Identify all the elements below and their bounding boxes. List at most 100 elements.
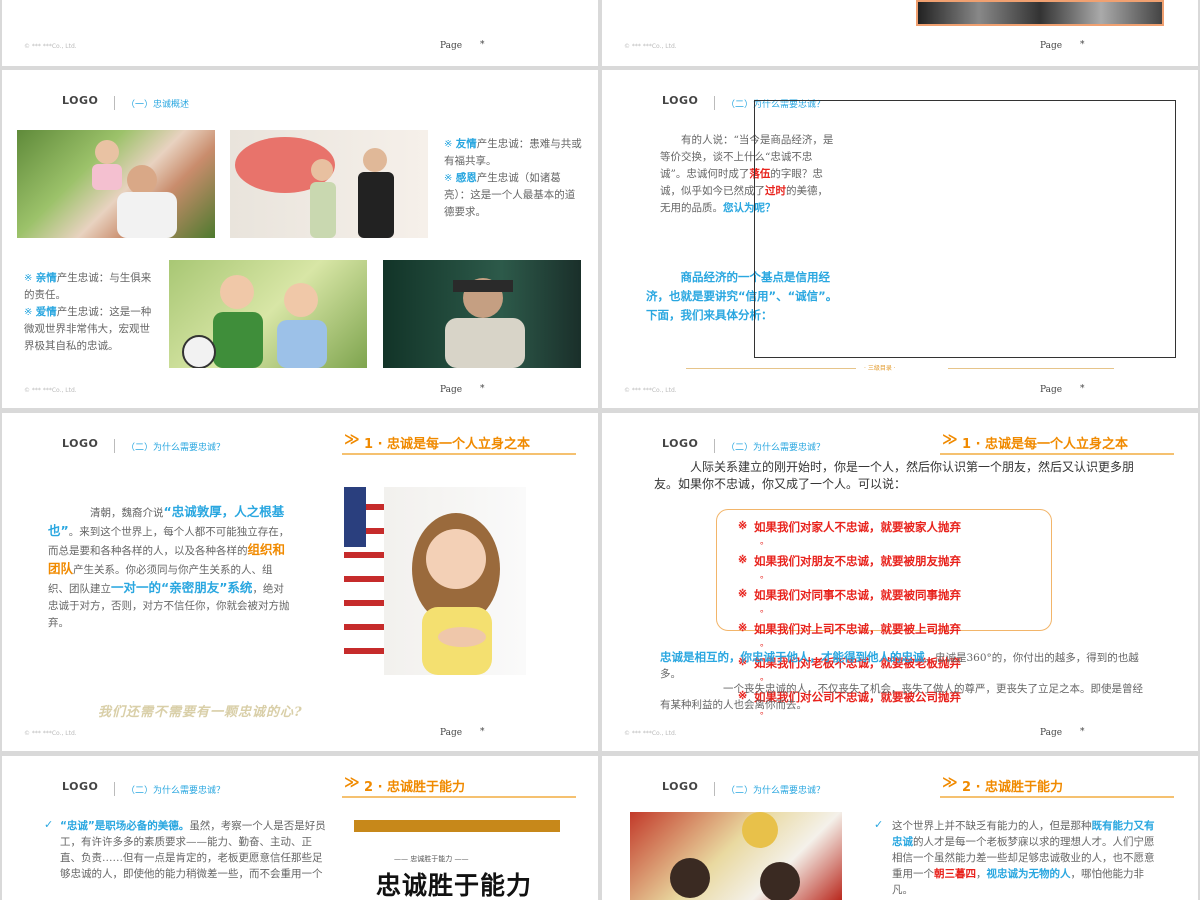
toc-label: · 三级目录 · [864,365,896,372]
book-title: 忠诚胜于能力 [376,871,533,900]
warning-item: 如果我们对家人不忠诚，就要被家人抛弃 [754,520,961,534]
kinship-item: ※ 亲情产生忠诚：与生俱来的责任。 [24,272,152,301]
warning-dot: 。 [760,571,770,581]
girl-illustration [344,487,500,675]
friendship-item: ※ 友情产生忠诚：患难与共或有福共享。 [444,138,582,167]
header-divider [114,439,115,453]
cheer-illustration [670,812,800,900]
toc-line-right [948,368,1114,369]
ability-paragraph: 这个世界上并不缺乏有能力的人，但是那种既有能力又有忠诚的人才是每一个老板梦寐以求… [892,820,1155,896]
question-banner: 我们还需不需要有一颗忠诚的心? [98,705,303,720]
section-title: （二）为什么需要忠诚？ [126,443,226,453]
slide-7[interactable]: LOGO （二）为什么需要忠诚？ ≫ 2 · 忠诚胜于能力 ✓ “忠诚”是职场必… [2,756,598,900]
heading-underline [342,796,576,798]
cheer-photo [630,812,842,900]
loyalty-paragraph: 清朝，魏裔介说“忠诚敦厚，人之根基也”。来到这个世界上，每个人都不可能独立存在，… [48,504,290,629]
slide-1[interactable]: © *** ***Co., Ltd. Page * [2,0,598,66]
logo: LOGO [62,94,99,107]
boys-illustration [182,275,327,368]
warning-mark: ※ [738,621,748,634]
heading-underline [940,796,1174,798]
heading-underline [940,453,1174,455]
book-subtitle: —— 忠诚胜于能力 —— [394,855,469,863]
slide-heading: 2 · 忠诚胜于能力 [962,780,1064,795]
header-divider [114,782,115,796]
footer-copyright: © *** ***Co., Ltd. [24,730,77,737]
warning-item: 如果我们对朋友不忠诚，就要被朋友抛弃 [754,554,961,568]
footer-copyright: © *** ***Co., Ltd. [624,43,677,50]
page-star: * [480,727,485,737]
toc-line-left [686,368,856,369]
ice-photo [916,0,1164,26]
warning-dot: 。 [760,537,770,547]
gratitude-item: ※ 感恩产生忠诚（如诸葛亮）：这是一个人最基本的道德要求。 [444,172,576,218]
header-divider [714,96,715,110]
chevron-icon: ≫ [942,430,958,448]
page-label: Page [440,41,463,51]
logo: LOGO [662,780,699,793]
chevron-icon: ≫ [344,430,360,448]
section-title: （二）为什么需要忠诚？ [726,443,826,453]
footer-copyright: © *** ***Co., Ltd. [24,43,77,50]
slide-6[interactable]: LOGO （二）为什么需要忠诚？ ≫ 1 · 忠诚是每一个人立身之本 人际关系建… [602,413,1198,751]
placeholder-frame [754,100,1176,358]
header-divider [714,439,715,453]
page-label: Page [1040,728,1063,738]
page-star: * [480,40,485,50]
page-star: * [1080,727,1085,737]
footer-copyright: © *** ***Co., Ltd. [24,387,77,394]
slide-heading: 2 · 忠诚胜于能力 [364,780,466,795]
page-star: * [480,384,485,394]
book-cover: —— 忠诚胜于能力 —— 忠诚胜于能力 [354,820,560,900]
section-title: （一）忠诚概述 [126,100,190,110]
family-illustration [92,140,177,238]
warrior-photo [383,260,581,368]
girl-flag-photo [344,487,526,675]
check-icon: ✓ [44,818,54,831]
warning-mark: ※ [738,587,748,600]
slide-3[interactable]: LOGO （一）忠诚概述 ※ 友情产生忠诚：患难与共或有福共享。 ※ 感恩产生忠… [2,70,598,408]
workplace-paragraph: “忠诚”是职场必备的美德。虽然，考察一个人是否是好员工，有许许多多的素质要求——… [60,820,326,880]
boys-photo [169,260,367,368]
heading-underline [342,453,576,455]
chevron-icon: ≫ [344,773,360,791]
couple-illustration [235,137,394,238]
footer-copyright: © *** ***Co., Ltd. [624,387,677,394]
warrior-illustration [445,278,525,368]
logo: LOGO [62,780,99,793]
warning-item: 如果我们对上司不忠诚，就要被上司抛弃 [754,622,961,636]
warning-dot: 。 [760,639,770,649]
logo: LOGO [662,437,699,450]
section-title: （二）为什么需要忠诚？ [126,786,226,796]
page-star: * [1080,384,1085,394]
page-label: Page [440,385,463,395]
page-label: Page [440,728,463,738]
logo: LOGO [662,94,699,107]
chevron-icon: ≫ [942,773,958,791]
logo: LOGO [62,437,99,450]
loss-paragraph: 一个丧失忠诚的人，不仅丧失了机会，丧失了做人的尊严，更丧失了立足之本。即使是曾经… [660,683,1143,711]
check-icon: ✓ [874,818,884,831]
footer-copyright: © *** ***Co., Ltd. [624,730,677,737]
section-title: （二）为什么需要忠诚？ [726,786,826,796]
slide-5[interactable]: LOGO （二）为什么需要忠诚？ ≫ 1 · 忠诚是每一个人立身之本 清朝，魏裔… [2,413,598,751]
family-photo [17,130,215,238]
warning-dot: 。 [760,605,770,615]
page-label: Page [1040,385,1063,395]
slide-2[interactable]: © *** ***Co., Ltd. Page * [602,0,1198,66]
page-label: Page [1040,41,1063,51]
warning-mark: ※ [738,519,748,532]
header-divider [114,96,115,110]
book-banner [354,820,560,832]
warning-mark: ※ [738,553,748,566]
warning-item: 如果我们对同事不忠诚，就要被同事抛弃 [754,588,961,602]
slide-heading: 1 · 忠诚是每一个人立身之本 [364,437,531,452]
slide-4[interactable]: LOGO （二）为什么需要忠诚？ 有的人说：“当今是商品经济，是等价交换，谈不上… [602,70,1198,408]
couple-photo [230,130,428,238]
intro-paragraph: 人际关系建立的刚开始时，你是一个人，然后你认识第一个朋友，然后又认识更多朋友。如… [654,460,1135,491]
mutual-paragraph: 忠诚是相互的，你忠诚于他人，才能得到他人的忠诚。忠诚是360°的，你付出的越多，… [660,650,1139,680]
header-divider [714,782,715,796]
love-item: ※ 爱情产生忠诚：这是一种微观世界非常伟大，宏观世界极其自私的忠诚。 [24,306,152,352]
slide-8[interactable]: LOGO （二）为什么需要忠诚？ ≫ 2 · 忠诚胜于能力 ✓ 这个世界上并不缺… [602,756,1198,900]
page-star: * [1080,40,1085,50]
